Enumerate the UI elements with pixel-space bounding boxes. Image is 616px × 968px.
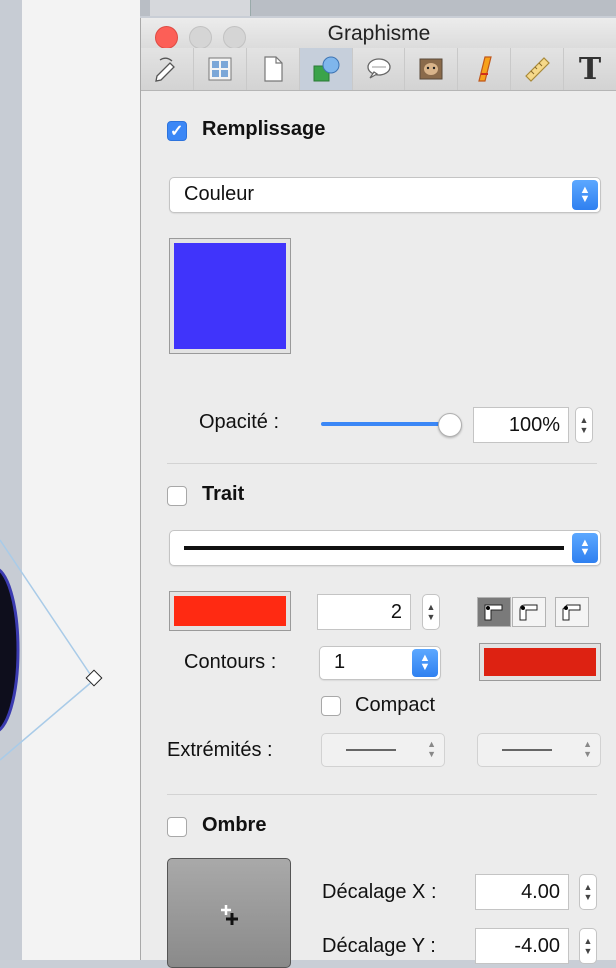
chevron-updown-icon: ▲ ▼ — [572, 180, 598, 210]
inspector-content: Remplissage Couleur ▲▼ Opacité : 100% ▲▼… — [141, 91, 616, 968]
fill-type-value: Couleur — [184, 183, 255, 205]
image-icon — [419, 58, 443, 80]
inspector-toolbar: T — [141, 48, 616, 91]
chevron-updown-icon: ▲ ▼ — [427, 739, 436, 759]
ruler-icon — [525, 57, 551, 82]
shadow-checkbox[interactable] — [167, 817, 187, 837]
fill-type-select[interactable]: Couleur ▲ ▼ — [169, 177, 601, 213]
stroke-color-swatch — [174, 596, 286, 626]
opacity-slider-track[interactable] — [321, 422, 451, 426]
opacity-field[interactable]: 100% — [473, 407, 569, 443]
tab-typography[interactable]: T — [564, 48, 616, 90]
outline-color-swatch — [484, 648, 596, 676]
offset-y-label: Décalage Y : — [322, 935, 436, 957]
shapes-icon — [313, 56, 340, 82]
outlines-label: Contours : — [184, 651, 277, 673]
canvas-margin — [0, 0, 22, 960]
end-cap-select[interactable]: ▲ ▼ — [477, 733, 601, 767]
stroke-color-well[interactable] — [169, 591, 291, 631]
separator — [167, 463, 597, 464]
window-title: Graphisme — [327, 22, 431, 45]
round-join-icon — [519, 604, 538, 621]
miter-join-icon — [484, 604, 503, 621]
titlebar[interactable]: Graphisme — [141, 18, 616, 49]
bevel-join-icon — [562, 604, 581, 621]
grid-icon — [208, 57, 232, 81]
text-effect-icon — [478, 56, 493, 82]
outline-color-well[interactable] — [479, 643, 601, 681]
crosshair-add-icon — [221, 905, 238, 925]
background-window-tab — [150, 0, 251, 16]
stroke-width-field[interactable]: 2 — [317, 594, 411, 630]
shadow-color-well[interactable] — [167, 858, 291, 968]
tab-ruler[interactable] — [511, 48, 565, 90]
stroke-label: Trait — [202, 483, 245, 505]
fill-color-well[interactable] — [169, 238, 291, 354]
join-bevel-button[interactable] — [555, 597, 589, 627]
document-icon — [264, 56, 283, 82]
fill-checkbox[interactable] — [167, 121, 187, 141]
separator — [167, 794, 597, 795]
speech-bubble-icon — [366, 58, 391, 79]
stroke-style-select[interactable]: ▲ ▼ — [169, 530, 601, 566]
chevron-updown-icon: ▲ ▼ — [412, 649, 438, 677]
tab-grid[interactable] — [194, 48, 247, 90]
cap-line-preview — [502, 749, 552, 751]
fill-label: Remplissage — [202, 118, 326, 140]
start-cap-select[interactable]: ▲ ▼ — [321, 733, 445, 767]
stroke-width-stepper[interactable]: ▲ ▼ — [422, 594, 440, 630]
opacity-stepper[interactable]: ▲ ▼ — [575, 407, 593, 443]
tab-pencil[interactable] — [141, 48, 194, 90]
stroke-line-preview — [184, 546, 564, 550]
ends-label: Extrémités : — [167, 739, 273, 761]
graphics-inspector-panel: Graphisme T Rempliss — [140, 18, 616, 968]
shadow-label: Ombre — [202, 814, 267, 836]
compact-label: Compact — [355, 694, 436, 716]
compact-checkbox[interactable] — [321, 696, 341, 716]
typography-icon: T — [578, 51, 602, 87]
document-canvas[interactable] — [0, 0, 140, 960]
offset-x-label: Décalage X : — [322, 881, 437, 903]
tab-text-effect[interactable] — [458, 48, 512, 90]
fill-color-swatch — [174, 243, 286, 349]
stroke-checkbox[interactable] — [167, 486, 187, 506]
pencil-icon — [155, 57, 175, 82]
offset-x-field[interactable]: 4.00 — [475, 874, 569, 910]
cap-line-preview — [346, 749, 396, 751]
opacity-label: Opacité : — [199, 411, 280, 433]
selected-shape[interactable] — [0, 520, 140, 780]
tab-shapes[interactable] — [299, 48, 353, 90]
offset-y-stepper[interactable]: ▲ ▼ — [579, 928, 597, 964]
outlines-select[interactable]: 1 ▲ ▼ — [319, 646, 441, 680]
offset-x-stepper[interactable]: ▲ ▼ — [579, 874, 597, 910]
tab-image[interactable] — [405, 48, 459, 90]
outlines-value: 1 — [334, 651, 346, 673]
chevron-updown-icon: ▲ ▼ — [583, 739, 592, 759]
opacity-slider-knob[interactable] — [438, 413, 462, 437]
tab-document[interactable] — [247, 48, 300, 90]
tab-bubble[interactable] — [353, 48, 406, 90]
chevron-updown-icon: ▲ ▼ — [572, 533, 598, 563]
join-round-button[interactable] — [512, 597, 546, 627]
join-miter-button[interactable] — [477, 597, 511, 627]
offset-y-field[interactable]: -4.00 — [475, 928, 569, 964]
